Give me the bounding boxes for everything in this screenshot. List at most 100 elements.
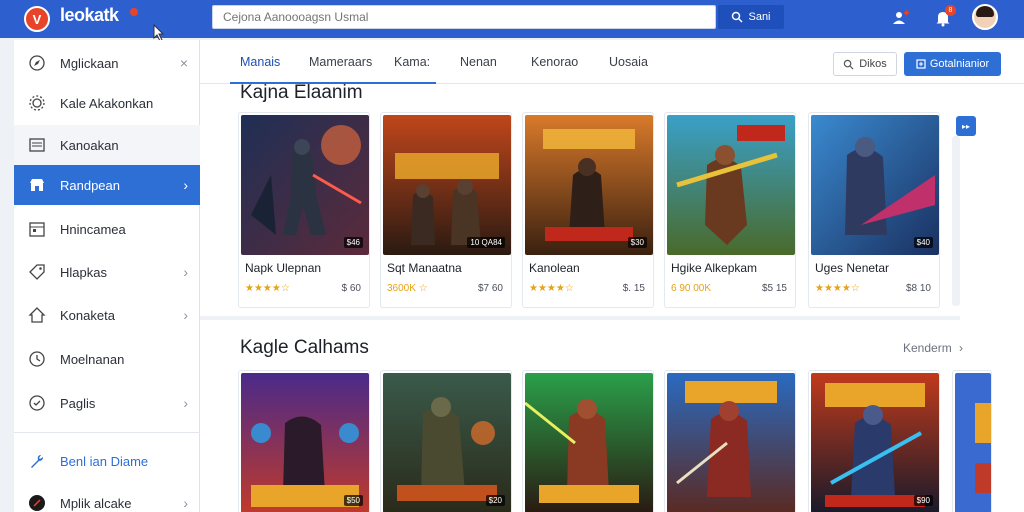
sidebar-item-3[interactable]: Randpean › (14, 165, 200, 205)
rating-stars: ★★★★☆ (529, 283, 574, 294)
chevron-right-icon: › (183, 177, 188, 193)
game-card[interactable] (664, 370, 796, 512)
sidebar-item-label: Kanoakan (60, 137, 119, 153)
chevron-right-icon: › (183, 307, 188, 323)
home-icon (28, 306, 46, 324)
game-card[interactable]: $46 Napk Ulepnan ★★★★☆ $ 60 (238, 112, 370, 308)
rating-stars: 6 90 00K (671, 283, 712, 294)
game-price: $5 15 (761, 283, 787, 294)
search-button[interactable]: Sani (718, 5, 784, 29)
price-tag: $46 (343, 237, 363, 248)
game-card[interactable]: $20 (380, 370, 512, 512)
price-tag: $90 (913, 495, 933, 506)
filter-button[interactable]: Dikos (833, 52, 897, 76)
game-card[interactable]: $40 Uges Nenetar ★★★★☆ $8 10 (808, 112, 940, 308)
primary-action-button[interactable]: Gotalnianior (904, 52, 1001, 76)
game-title: Uges Nenetar (815, 261, 890, 275)
primary-button-label: Gotalnianior (929, 58, 990, 70)
game-cover-image (525, 373, 653, 512)
notification-badge: 8 (945, 5, 956, 16)
tab-1[interactable]: Mameraars (309, 55, 372, 69)
section-divider (200, 316, 960, 320)
sidebar-item-label: Kale Akakonkan (60, 95, 154, 111)
close-icon[interactable]: × (180, 55, 188, 71)
game-title: Hgike Alkepkam (671, 261, 758, 275)
game-cover-image (383, 115, 511, 255)
search-icon (844, 59, 854, 70)
game-card[interactable]: $90 (808, 370, 940, 512)
game-price: $ 60 (341, 283, 361, 294)
game-cover-image (955, 373, 991, 512)
price-tag: $20 (485, 495, 505, 506)
plus-icon (916, 59, 926, 69)
search-input[interactable] (212, 5, 716, 29)
carousel-next-button[interactable]: ▸▸ (956, 116, 976, 136)
logo-icon[interactable]: V (24, 6, 50, 32)
tab-0[interactable]: Manais (240, 55, 280, 69)
sidebar-item-5[interactable]: Hlapkas › (14, 252, 200, 292)
sidebar-item-9[interactable]: Benl ian Diame (14, 441, 200, 481)
clock-icon (28, 350, 46, 368)
sidebar-item-0[interactable]: Mglickaan × (14, 43, 200, 83)
sidebar-item-label: Benl ian Diame (60, 453, 149, 469)
sidebar-item-1[interactable]: Kale Akakonkan (14, 83, 200, 123)
sidebar-item-label: Hlapkas (60, 264, 107, 280)
game-price: $. 15 (622, 283, 645, 294)
notification-bell-icon[interactable]: 8 (932, 5, 956, 29)
sidebar-item-10[interactable]: Mplik alcake › (14, 483, 200, 512)
price-tag: 10 QA84 (467, 237, 505, 248)
game-price: $7 60 (477, 283, 503, 294)
search-icon (732, 11, 744, 23)
see-all-link[interactable]: Kenderm › (903, 341, 963, 355)
chevron-right-icon: › (183, 395, 188, 411)
gear-icon (28, 94, 46, 112)
tag-icon (28, 263, 46, 281)
chevron-right-icon: › (959, 341, 964, 355)
game-cover-image (241, 115, 369, 255)
sidebar-item-6[interactable]: Konaketa › (14, 295, 200, 335)
game-card[interactable]: $50 (238, 370, 370, 512)
tab-2[interactable]: Kama: (394, 55, 430, 69)
sidebar-item-label: Paglis (60, 395, 96, 411)
sidebar-item-7[interactable]: Moelnanan (14, 339, 200, 379)
dark-circle-icon (28, 494, 46, 512)
avatar[interactable] (972, 4, 998, 30)
game-card[interactable]: Hgike Alkepkam 6 90 00K $5 15 (664, 112, 796, 308)
sidebar-item-2[interactable]: Kanoakan (14, 125, 200, 165)
game-cover-image (525, 115, 653, 255)
logo-dot-icon (130, 8, 138, 16)
sidebar-item-label: Hnincamea (60, 221, 126, 237)
game-cover-image (811, 373, 939, 512)
sidebar-item-label: Konaketa (60, 307, 115, 323)
sidebar-divider (14, 432, 200, 433)
chevron-right-icon: › (183, 264, 188, 280)
game-title: Sqt Manaatna (387, 261, 462, 275)
carousel-edge (952, 136, 960, 306)
game-card[interactable]: $30 Kanolean ★★★★☆ $. 15 (522, 112, 654, 308)
sidebar-item-label: Randpean (60, 177, 120, 193)
wrench-icon (28, 452, 46, 470)
sidebar-item-4[interactable]: Hnincamea (14, 209, 200, 249)
calendar-icon (28, 220, 46, 238)
filter-button-label: Dikos (859, 58, 887, 70)
game-card[interactable] (522, 370, 654, 512)
list-icon (28, 136, 46, 154)
tab-bar: Manais Mameraars Kama: Nenan Kenorao Uos… (200, 40, 1024, 84)
logo-text[interactable]: leokatk (60, 5, 119, 26)
sidebar-item-label: Mglickaan (60, 55, 119, 71)
price-tag: $30 (627, 237, 647, 248)
tab-4[interactable]: Kenorao (531, 55, 578, 69)
price-tag: $50 (343, 495, 363, 506)
game-cover-image (241, 373, 369, 512)
tab-5[interactable]: Uosaia (609, 55, 648, 69)
section-title-games: Kagle Calhams (240, 337, 369, 358)
game-cover-image (667, 373, 795, 512)
sidebar-item-8[interactable]: Paglis › (14, 383, 200, 423)
game-card-partial[interactable] (952, 370, 992, 512)
game-card[interactable]: 10 QA84 Sqt Manaatna 3600K ☆ $7 60 (380, 112, 512, 308)
user-add-icon[interactable] (890, 7, 912, 29)
sidebar-item-label: Mplik alcake (60, 495, 132, 511)
game-title: Napk Ulepnan (245, 261, 322, 275)
rating-stars: ★★★★☆ (815, 283, 860, 294)
tab-3[interactable]: Nenan (460, 55, 497, 69)
